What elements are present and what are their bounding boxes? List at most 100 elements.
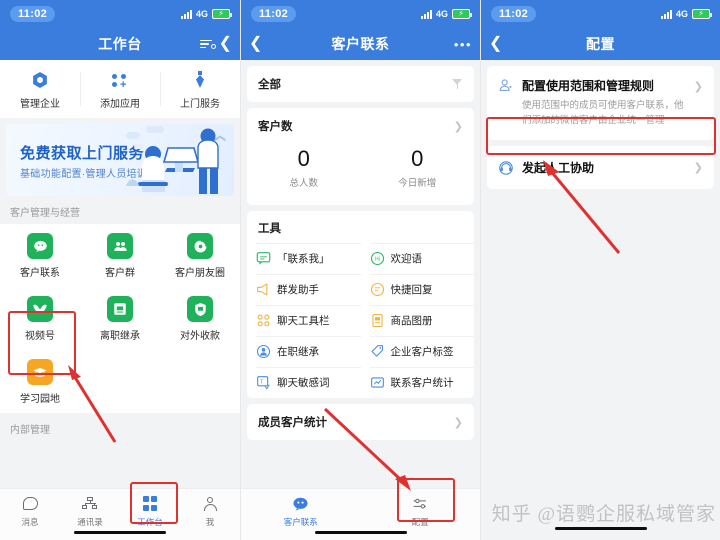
sidebar-item-profile[interactable]: 我	[180, 495, 240, 528]
section-title-internal: 内部管理	[0, 413, 240, 441]
chevron-left-icon[interactable]: ❮	[489, 36, 502, 52]
filter-row[interactable]: 全部	[247, 66, 474, 102]
wechat-glyph	[33, 240, 48, 253]
more-dots-icon[interactable]: •••	[454, 38, 472, 51]
page-title: 客户联系	[241, 34, 480, 54]
section-title-customer: 客户管理与经营	[0, 196, 240, 224]
stat-total: 0 总人数	[247, 146, 361, 189]
member-stats-row[interactable]: 成员客户统计 ❯	[247, 404, 474, 440]
tool-quick-reply[interactable]: 快捷回复	[361, 274, 475, 305]
nav-bar-1: 工作台 ❮	[0, 28, 240, 60]
tool-contact-statistics[interactable]: 联系客户统计	[361, 367, 475, 398]
tool-welcome-message[interactable]: Hi 欢迎语	[361, 243, 475, 274]
config-item-support[interactable]: 发起人工协助 ❯	[487, 146, 714, 189]
quick-action-manage-enterprise[interactable]: 管理企业	[0, 60, 80, 118]
channels-glyph	[32, 303, 48, 315]
stat-value: 0	[361, 146, 475, 172]
app-item-customer-contact[interactable]: 客户联系	[0, 224, 80, 287]
chevron-right-icon[interactable]: ❯	[694, 80, 703, 93]
app-item-customer-group[interactable]: 客户群	[80, 224, 160, 287]
handover-glyph	[113, 302, 127, 316]
workbench-icon	[120, 495, 180, 512]
customer-count-card[interactable]: 客户数 ❯ 0 总人数 0 今日新增	[247, 108, 474, 205]
quick-action-add-app[interactable]: + 添加应用	[80, 60, 160, 118]
app-label: 离职继承	[80, 327, 160, 342]
tool-broadcast[interactable]: 群发助手	[247, 274, 361, 305]
tag-icon	[370, 344, 385, 359]
profile-icon	[180, 495, 240, 512]
tab-bar-2[interactable]: 客户联系 配置	[241, 488, 480, 540]
tool-chat-toolbar[interactable]: 聊天工具栏	[247, 305, 361, 336]
battery-icon: ⚡	[452, 9, 470, 19]
filter-card[interactable]: 全部	[247, 66, 474, 102]
app-item-customer-moments[interactable]: 客户朋友圈	[160, 224, 240, 287]
chevron-left-icon[interactable]: ❮	[219, 36, 232, 52]
tool-product-album[interactable]: 商品图册	[361, 305, 475, 336]
home-indicator	[555, 527, 647, 531]
back-button[interactable]: ❮	[249, 36, 262, 52]
nav-bar-2: ❮ 客户联系 •••	[241, 28, 480, 60]
page-title: 配置	[481, 34, 720, 54]
learning-glyph	[32, 366, 48, 379]
app-item-handover[interactable]: 离职继承	[80, 287, 160, 350]
hexagon-icon	[0, 70, 80, 90]
promo-banner[interactable]: 免费获取上门服务 基础功能配置·管理人员培训 ❮	[6, 124, 234, 196]
config-item-scope[interactable]: 配置使用范围和管理规则 使用范围中的成员可使用客户联系，他们添加的微信客户由企业…	[487, 66, 714, 140]
status-bar-3: 11:02 4G ⚡	[481, 0, 720, 28]
chevron-right-icon[interactable]: ❯	[454, 416, 463, 429]
app-label: 客户朋友圈	[160, 264, 240, 279]
tool-contact-me[interactable]: 「联系我」	[247, 243, 361, 274]
chevron-right-icon[interactable]: ❯	[454, 120, 463, 133]
tab-customer-contact[interactable]: 客户联系	[241, 495, 361, 528]
status-time: 11:02	[491, 6, 536, 22]
support-icon	[498, 160, 513, 175]
sidebar-item-messages[interactable]: 消息	[0, 495, 60, 528]
filter-settings-icon[interactable]	[200, 40, 212, 49]
quick-action-onsite-service[interactable]: 上门服务	[160, 60, 240, 118]
tie-icon	[160, 70, 240, 90]
more-button[interactable]: •••	[454, 38, 472, 51]
wechat-icon	[27, 233, 53, 259]
sidebar-item-contacts[interactable]: 通讯录	[60, 495, 120, 528]
app-grid-spacer-2	[160, 350, 240, 413]
tools-card: 工具 「联系我」 Hi 欢迎语	[247, 211, 474, 398]
sensitive-word-icon: T	[256, 375, 271, 390]
tool-label: 聊天敏感词	[277, 375, 330, 390]
funnel-icon[interactable]	[452, 79, 463, 89]
config-scope-card[interactable]: 配置使用范围和管理规则 使用范围中的成员可使用客户联系，他们添加的微信客户由企业…	[487, 66, 714, 140]
sidebar-item-workbench[interactable]: 工作台	[120, 495, 180, 528]
member-stats-card[interactable]: 成员客户统计 ❯	[247, 404, 474, 440]
status-time: 11:02	[10, 6, 55, 22]
customer-count-header[interactable]: 客户数 ❯	[247, 108, 474, 144]
banner-illustration	[120, 124, 230, 196]
tool-label: 「联系我」	[277, 251, 330, 266]
tool-sensitive-word[interactable]: T 聊天敏感词	[247, 367, 361, 398]
config-description: 使用范围中的成员可使用客户联系，他们添加的微信客户由企业统一管理	[522, 99, 685, 128]
tab-label: 配置	[361, 516, 481, 528]
app-item-learning[interactable]: 学习园地	[0, 350, 80, 413]
contact-me-icon	[256, 251, 271, 266]
battery-icon: ⚡	[212, 9, 230, 19]
tab-config[interactable]: 配置	[361, 495, 481, 528]
filter-label: 全部	[258, 76, 281, 92]
tool-customer-tag[interactable]: 企业客户标签	[361, 336, 475, 367]
back-button[interactable]: ❮	[489, 36, 502, 52]
app-grid: 客户联系 客户群	[0, 224, 240, 413]
config-support-card[interactable]: 发起人工协助 ❯	[487, 146, 714, 189]
nav-actions[interactable]: ❮	[200, 36, 232, 52]
svg-text:T: T	[260, 379, 264, 385]
statistics-icon	[370, 375, 385, 390]
tool-onjob-handover[interactable]: 在职继承	[247, 336, 361, 367]
home-indicator	[74, 531, 166, 535]
tab-bar-1[interactable]: 消息 通讯录 工作台 我	[0, 488, 240, 540]
status-bar-1: 11:02 4G ⚡	[0, 0, 240, 28]
chevron-left-icon[interactable]: ❮	[249, 36, 262, 52]
tab-label: 客户联系	[241, 516, 361, 528]
app-item-channels[interactable]: 视频号	[0, 287, 80, 350]
network-label: 4G	[676, 9, 688, 19]
customer-count-title: 客户数	[258, 118, 293, 134]
chevron-right-icon[interactable]: ❯	[694, 161, 703, 174]
tool-label: 群发助手	[277, 282, 319, 297]
tool-label: 企业客户标签	[391, 344, 454, 359]
app-item-payment[interactable]: 对外收款	[160, 287, 240, 350]
